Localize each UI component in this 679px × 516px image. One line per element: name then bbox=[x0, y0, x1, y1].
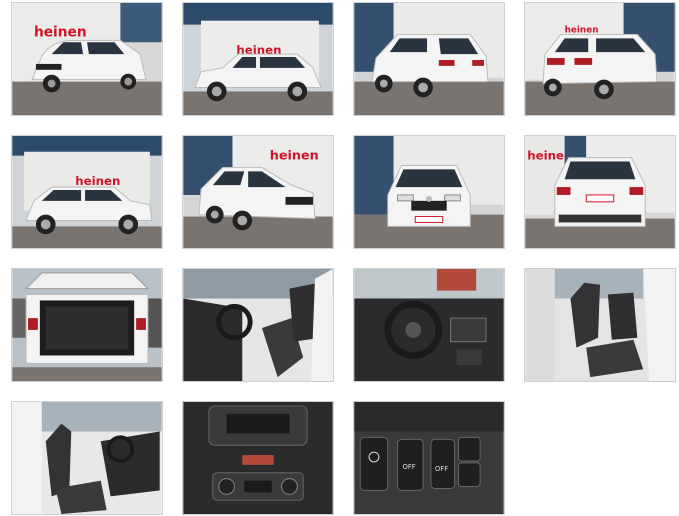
photo-thumbnail[interactable] bbox=[353, 268, 505, 382]
photo-thumbnail[interactable] bbox=[182, 401, 334, 515]
photo-thumbnail[interactable]: heinen bbox=[524, 135, 676, 249]
photo-thumbnail[interactable]: heinen bbox=[11, 2, 163, 116]
open-trunk-image bbox=[12, 269, 162, 381]
car-right-side-image: heinen bbox=[12, 136, 162, 248]
photo-thumbnail[interactable]: heinen bbox=[11, 135, 163, 249]
dashboard-image bbox=[354, 269, 504, 381]
photo-thumbnail[interactable]: OFF OFF bbox=[353, 401, 505, 515]
front-seats-image bbox=[12, 402, 162, 514]
brand-sign-text: heinen bbox=[75, 174, 120, 188]
car-rear-image: heinen bbox=[525, 136, 675, 248]
photo-thumbnail[interactable] bbox=[353, 135, 505, 249]
photo-thumbnail[interactable] bbox=[353, 2, 505, 116]
car-front-left-image: heinen bbox=[12, 3, 162, 115]
photo-thumbnail[interactable]: heinen bbox=[524, 2, 676, 116]
car-rear-left-image bbox=[354, 3, 504, 115]
photo-thumbnail[interactable] bbox=[524, 268, 676, 382]
brand-sign-text: heinen bbox=[270, 149, 319, 164]
switch-panel-image: OFF OFF bbox=[354, 402, 504, 514]
photo-thumbnail[interactable] bbox=[11, 401, 163, 515]
photo-thumbnail[interactable] bbox=[182, 268, 334, 382]
car-left-side-image: heinen bbox=[183, 3, 333, 115]
photo-thumbnail[interactable]: heinen bbox=[182, 2, 334, 116]
switch-off-label: OFF bbox=[402, 463, 415, 471]
photo-thumbnail[interactable] bbox=[11, 268, 163, 382]
car-front-image bbox=[354, 136, 504, 248]
photo-thumbnail[interactable]: heinen bbox=[182, 135, 334, 249]
brand-sign-text: heinen bbox=[34, 24, 87, 40]
driver-seat-interior-image bbox=[183, 269, 333, 381]
car-rear-right-image: heinen bbox=[525, 3, 675, 115]
rear-seats-image bbox=[525, 269, 675, 381]
switch-off-label: OFF bbox=[435, 465, 448, 473]
center-console-image bbox=[183, 402, 333, 514]
car-front-right-image: heinen bbox=[183, 136, 333, 248]
